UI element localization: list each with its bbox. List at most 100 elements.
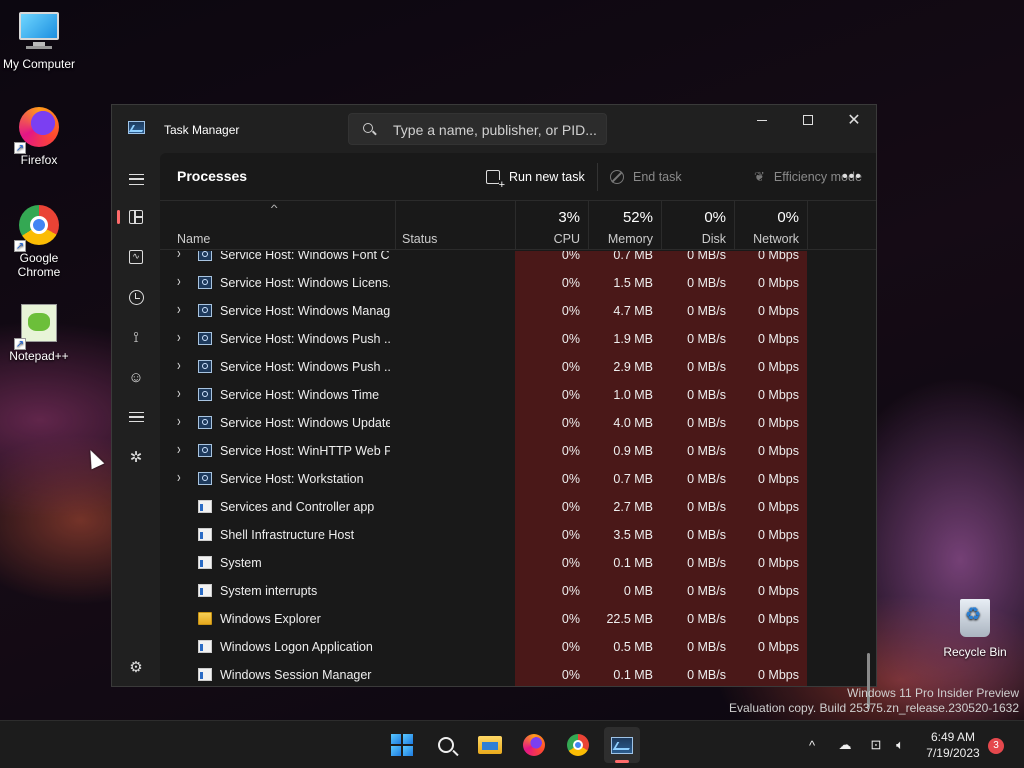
users-icon: ☺ xyxy=(128,368,144,386)
clock[interactable]: 6:49 AM 7/19/2023 xyxy=(920,729,986,761)
nav-performance[interactable]: ∿ xyxy=(120,241,152,273)
process-row[interactable]: System interrupts 0% 0 MB 0 MB/s 0 Mbps xyxy=(160,577,876,605)
desktop-icon-recycle-bin[interactable]: Recycle Bin xyxy=(936,596,1014,659)
minimize-icon xyxy=(757,119,767,121)
process-row[interactable]: › Service Host: Workstation 0% 0.7 MB 0 MB/s… xyxy=(160,465,876,493)
search-icon xyxy=(438,737,454,753)
firefox-icon xyxy=(523,734,545,756)
show-hidden-icons-button[interactable]: ^ xyxy=(800,721,824,768)
chevron-up-icon: ^ xyxy=(808,737,816,753)
chevron-right-icon[interactable]: › xyxy=(177,414,181,431)
onedrive-tray-button[interactable]: ☁ xyxy=(832,721,858,768)
column-header-network[interactable]: 0% Network xyxy=(734,201,807,250)
process-row[interactable]: Windows Session Manager 0% 0.1 MB 0 MB/s 0 M… xyxy=(160,661,876,686)
chevron-right-icon[interactable]: › xyxy=(177,386,181,403)
nav-services[interactable]: ✲ xyxy=(120,441,152,473)
nav-settings[interactable]: ⚙ xyxy=(120,651,152,683)
leaf-icon: ❦ xyxy=(754,169,765,184)
chrome-icon xyxy=(567,734,589,756)
maximize-button[interactable] xyxy=(785,105,831,135)
nav-startup-apps[interactable]: ⟟ xyxy=(120,321,152,353)
process-cpu: 0% xyxy=(515,409,588,437)
process-service-host-icon xyxy=(198,251,212,261)
nav-app-history[interactable] xyxy=(120,281,152,313)
title-bar[interactable]: Task Manager ✕ xyxy=(112,105,876,153)
process-row[interactable]: System 0% 0.1 MB 0 MB/s 0 Mbps xyxy=(160,549,876,577)
process-row[interactable]: Shell Infrastructure Host 0% 3.5 MB 0 MB/s 0… xyxy=(160,521,876,549)
desktop-icon-chrome[interactable]: ↗ Google Chrome xyxy=(0,202,78,279)
column-header-status[interactable]: Status xyxy=(395,201,515,250)
process-row[interactable]: › Service Host: Windows Time 0% 1.0 MB 0 MB/… xyxy=(160,381,876,409)
process-memory: 0.1 MB xyxy=(588,549,661,577)
network-tray-button[interactable]: ⊡ xyxy=(864,721,888,768)
process-name: Service Host: Windows Manag... xyxy=(220,304,390,318)
column-header-disk[interactable]: 0% Disk xyxy=(661,201,734,250)
process-row[interactable]: › Service Host: Windows Licens... 0% 1.5 MB… xyxy=(160,269,876,297)
desktop-icon-my-computer[interactable]: My Computer xyxy=(0,8,78,71)
process-service-host-icon xyxy=(198,332,212,345)
window-title: Task Manager xyxy=(164,123,240,137)
process-row[interactable]: Windows Logon Application 0% 0.5 MB 0 MB/s 0… xyxy=(160,633,876,661)
column-header-cpu[interactable]: 3% CPU xyxy=(515,201,588,250)
process-disk: 0 MB/s xyxy=(661,661,734,686)
process-row[interactable]: › Service Host: WinHTTP Web P... 0% 0.9 MB 0… xyxy=(160,437,876,465)
process-row[interactable]: › Service Host: Windows Update 0% 4.0 MB 0 M… xyxy=(160,409,876,437)
desktop-icon-firefox[interactable]: ↗ Firefox xyxy=(0,104,78,167)
watermark-line-1: Windows 11 Pro Insider Preview xyxy=(847,686,1019,700)
start-button[interactable] xyxy=(384,727,420,763)
taskbar-search-button[interactable] xyxy=(428,727,464,763)
process-network: 0 Mbps xyxy=(734,549,807,577)
desktop-icon-notepadpp[interactable]: ↗ Notepad++ xyxy=(0,300,78,363)
chevron-right-icon[interactable]: › xyxy=(177,251,181,262)
process-row[interactable]: › Service Host: Windows Push ... 0% 1.9 MB 0… xyxy=(160,325,876,353)
process-network: 0 Mbps xyxy=(734,297,807,325)
process-row[interactable]: › Service Host: Windows Manag... 0% 4.7 MB 0… xyxy=(160,297,876,325)
process-disk: 0 MB/s xyxy=(661,251,734,269)
close-icon: ✕ xyxy=(847,112,861,129)
process-network: 0 Mbps xyxy=(734,251,807,269)
column-header-memory[interactable]: 52% Memory xyxy=(588,201,661,250)
taskbar-chrome[interactable] xyxy=(560,727,596,763)
network-total: 0% xyxy=(777,209,799,226)
shortcut-arrow-icon: ↗ xyxy=(14,338,26,350)
process-service-host-icon xyxy=(198,472,212,485)
cloud-offline-icon: ☁ xyxy=(838,737,852,752)
nav-hamburger-button[interactable] xyxy=(120,163,152,195)
task-manager-icon xyxy=(611,736,633,754)
minimize-button[interactable] xyxy=(739,105,785,135)
end-task-button[interactable]: End task xyxy=(604,161,688,193)
process-cpu: 0% xyxy=(515,549,588,577)
process-name: Services and Controller app xyxy=(220,500,375,514)
chevron-right-icon[interactable]: › xyxy=(177,442,181,459)
run-new-task-button[interactable]: Run new task xyxy=(480,161,591,193)
chevron-right-icon[interactable]: › xyxy=(177,330,181,347)
chevron-right-icon[interactable]: › xyxy=(177,470,181,487)
process-disk: 0 MB/s xyxy=(661,605,734,633)
process-name: Service Host: Windows Time xyxy=(220,388,380,402)
search-box[interactable] xyxy=(348,113,607,145)
process-row[interactable]: Windows Explorer 0% 22.5 MB 0 MB/s 0 Mbps xyxy=(160,605,876,633)
process-row[interactable]: › Service Host: Windows Push ... 0% 2.9 MB 0… xyxy=(160,353,876,381)
taskbar-file-explorer[interactable] xyxy=(472,727,508,763)
process-application-icon xyxy=(198,668,212,681)
process-row[interactable]: Services and Controller app 0% 2.7 MB 0 MB/… xyxy=(160,493,876,521)
notification-badge[interactable]: 3 xyxy=(988,738,1004,754)
close-button[interactable]: ✕ xyxy=(831,105,877,135)
nav-users[interactable]: ☺ xyxy=(120,361,152,393)
chevron-right-icon[interactable]: › xyxy=(177,358,181,375)
process-disk: 0 MB/s xyxy=(661,437,734,465)
nav-processes[interactable] xyxy=(117,201,152,233)
taskbar-task-manager[interactable] xyxy=(604,727,640,763)
chevron-right-icon[interactable]: › xyxy=(177,302,181,319)
process-cpu: 0% xyxy=(515,251,588,269)
nav-details[interactable] xyxy=(120,401,152,433)
search-input[interactable] xyxy=(393,120,598,140)
chevron-right-icon[interactable]: › xyxy=(177,274,181,291)
taskbar-firefox[interactable] xyxy=(516,727,552,763)
shortcut-arrow-icon: ↗ xyxy=(14,240,26,252)
volume-tray-button[interactable]: 🔈︎ xyxy=(888,721,912,768)
more-options-button[interactable]: ••• xyxy=(836,161,868,193)
task-manager-window: Task Manager ✕ ∿ ⟟ ☺ ✲ ⚙ Processes Run n… xyxy=(111,104,877,709)
process-row[interactable]: › Service Host: Windows Font C... 0% 0.7 MB… xyxy=(160,251,876,269)
column-header-name[interactable]: ^ Name xyxy=(177,201,395,250)
